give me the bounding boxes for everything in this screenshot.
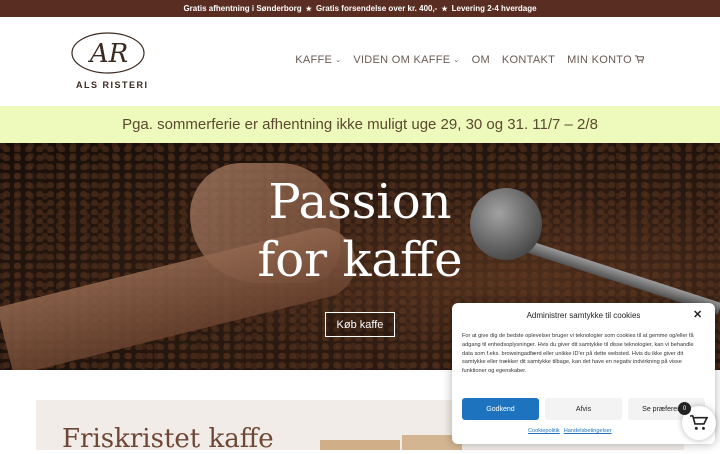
nav-item-viden-om-kaffe[interactable]: VIDEN OM KAFFE ⌄	[353, 54, 459, 66]
notice-text: Pga. sommerferie er afhentning ikke muli…	[122, 116, 598, 133]
cart-icon[interactable]	[635, 55, 645, 65]
star-separator-icon: ★	[305, 5, 312, 13]
hero-title-line2: for kaffe	[257, 232, 463, 288]
nav-item-min-konto[interactable]: MIN KONTO	[567, 54, 645, 66]
cookie-links: Cookiepolitik Handelsbetingelser	[528, 428, 612, 434]
buy-coffee-button[interactable]: Køb kaffe	[325, 312, 395, 337]
cart-icon	[690, 415, 708, 430]
main-navigation: KAFFE ⌄ VIDEN OM KAFFE ⌄ OM KONTAKT MIN …	[295, 54, 645, 66]
announcement-pickup: Gratis afhentning i Sønderborg	[183, 4, 302, 13]
cookie-dialog-title: Administrer samtykke til cookies	[526, 311, 641, 320]
top-announcement-bar: Gratis afhentning i Sønderborg ★ Gratis …	[0, 0, 720, 17]
hero-title: Passion for kaffe	[220, 173, 500, 289]
accept-cookies-button[interactable]: Godkend	[462, 398, 539, 420]
star-separator-icon: ★	[441, 5, 448, 13]
nav-item-kontakt[interactable]: KONTAKT	[502, 54, 555, 66]
coffee-bag-image	[320, 440, 400, 450]
chevron-down-icon: ⌄	[335, 57, 342, 64]
svg-text:AR: AR	[88, 39, 128, 69]
nav-item-kaffe[interactable]: KAFFE ⌄	[295, 54, 341, 66]
hero-title-line1: Passion	[268, 174, 452, 230]
chevron-down-icon: ⌄	[453, 57, 460, 64]
logo-emblem-icon: AR	[71, 32, 145, 74]
announcement-shipping: Gratis forsendelse over kr. 400,-	[315, 4, 438, 13]
terms-link[interactable]: Handelsbetingelser	[564, 428, 612, 434]
summer-notice-banner: Pga. sommerferie er afhentning ikke muli…	[0, 106, 720, 143]
cookie-consent-dialog: Administrer samtykke til cookies ✕ For a…	[452, 303, 715, 444]
close-icon[interactable]: ✕	[693, 308, 702, 321]
nav-kaffe-label: KAFFE	[295, 54, 333, 66]
site-header: AR ALS RISTERI KAFFE ⌄ VIDEN OM KAFFE ⌄ …	[0, 17, 720, 106]
cookie-policy-link[interactable]: Cookiepolitik	[528, 428, 560, 434]
logo-wordmark: ALS RISTERI	[76, 80, 149, 90]
announcement-delivery: Levering 2-4 hverdage	[451, 4, 537, 13]
deny-cookies-button[interactable]: Afvis	[545, 398, 622, 420]
nav-viden-label: VIDEN OM KAFFE	[353, 54, 451, 66]
nav-konto-label: MIN KONTO	[567, 54, 632, 66]
cookie-dialog-body: For at give dig de bedste oplevelser bru…	[462, 333, 694, 375]
nav-item-om[interactable]: OM	[472, 54, 490, 66]
cart-count-badge: 0	[678, 402, 691, 415]
